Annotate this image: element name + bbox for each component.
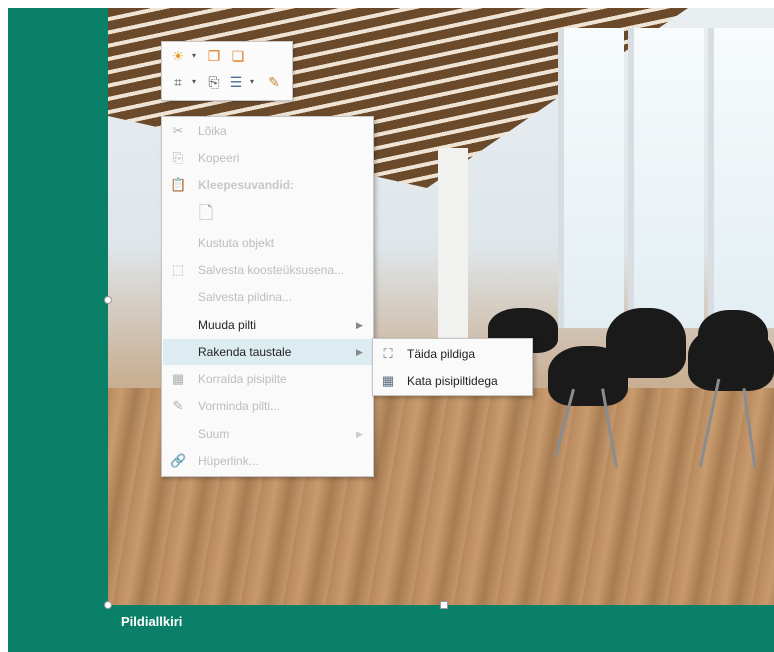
send-backward-icon[interactable]: ❏: [230, 48, 246, 64]
resize-handle-left[interactable]: [104, 296, 112, 304]
menu-item-save-as-building-block[interactable]: ⬚ Salvesta koosteüksusena...: [163, 257, 372, 283]
dropdown-arrow-icon[interactable]: ▾: [186, 48, 202, 64]
picture-caption[interactable]: Pildiallkiri: [121, 614, 182, 629]
resize-handle-bottom[interactable]: [440, 601, 448, 609]
save-block-icon: ⬚: [171, 262, 185, 277]
paste-icon: 📋: [170, 177, 187, 192]
window-panel: [558, 28, 624, 328]
copy-icon: ⎘: [172, 150, 184, 165]
menu-item-change-picture[interactable]: Muuda pilti ▶: [163, 312, 372, 338]
change-picture-icon[interactable]: ⎘: [206, 74, 222, 90]
submenu-item-fill-with-picture[interactable]: ⛶ Täida pildiga: [374, 341, 531, 367]
chair: [548, 346, 628, 406]
window-panel: [708, 28, 774, 328]
crop-icon[interactable]: ⌗: [170, 74, 186, 90]
context-menu: ✂ Lõika ⎘ Kopeeri 📋 Kleepesuvandid: 🗋 Ku…: [161, 116, 374, 477]
menu-item-zoom[interactable]: Suum ▶: [163, 421, 372, 447]
menu-item-paste-picture[interactable]: 🗋: [163, 199, 372, 229]
menu-item-save-as-picture[interactable]: Salvesta pildina...: [163, 284, 372, 310]
menu-item-apply-to-background[interactable]: Rakenda taustale ▶: [163, 339, 372, 365]
menu-item-cut[interactable]: ✂ Lõika: [163, 118, 372, 144]
chair: [688, 326, 774, 391]
dropdown-arrow-icon[interactable]: ▾: [244, 74, 260, 90]
submenu-arrow-icon: ▶: [356, 429, 363, 439]
bring-forward-icon[interactable]: ❐: [206, 48, 222, 64]
submenu-arrow-icon: ▶: [356, 347, 363, 357]
mini-toolbar: ☀ ▾ ❐ ❏ ⌗ ▾ ⎘ ☰ ▾ ✎: [161, 41, 293, 101]
menu-item-delete-object[interactable]: Kustuta objekt: [163, 230, 372, 256]
menu-item-arrange-thumbnails[interactable]: ▦ Korralda pisipilte: [163, 366, 372, 392]
apply-to-background-submenu: ⛶ Täida pildiga ▦ Kata pisipiltidega: [372, 338, 533, 396]
submenu-item-tile-thumbnails[interactable]: ▦ Kata pisipiltidega: [374, 368, 531, 394]
menu-item-hyperlink[interactable]: 🔗 Hüperlink...: [163, 448, 372, 474]
text-wrap-icon[interactable]: ☰: [228, 74, 244, 90]
window-panel: [628, 28, 704, 328]
resize-handle-bottom-left[interactable]: [104, 601, 112, 609]
menu-paste-options-header: 📋 Kleepesuvandid:: [170, 177, 295, 192]
menu-item-format-picture[interactable]: ✎ Vorminda pilti...: [163, 393, 372, 419]
hyperlink-icon: 🔗: [170, 453, 187, 468]
arrange-thumbnails-icon: ▦: [171, 371, 185, 386]
brightness-icon[interactable]: ☀: [170, 48, 186, 64]
format-picture-icon: ✎: [172, 398, 184, 413]
tile-thumbnails-icon: ▦: [381, 373, 395, 388]
format-painter-icon[interactable]: ✎: [266, 74, 282, 90]
menu-item-copy[interactable]: ⎘ Kopeeri: [163, 145, 372, 171]
paste-picture-icon: 🗋: [198, 203, 214, 223]
scissors-icon: ✂: [172, 123, 184, 138]
fill-picture-icon: ⛶: [383, 346, 393, 361]
submenu-arrow-icon: ▶: [356, 320, 363, 330]
dropdown-arrow-icon[interactable]: ▾: [186, 74, 202, 90]
